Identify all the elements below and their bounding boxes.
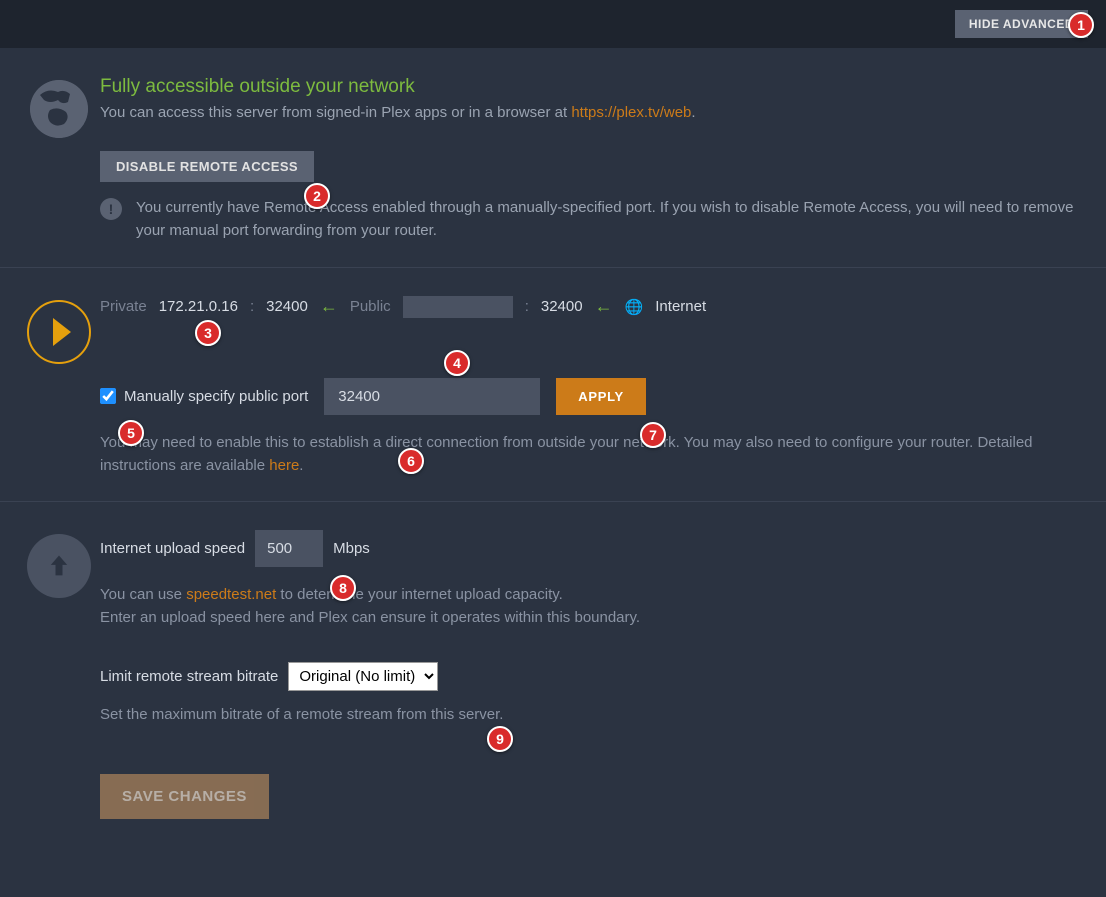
disable-remote-access-button[interactable]: DISABLE REMOTE ACCESS: [100, 151, 314, 182]
apply-button[interactable]: APPLY: [556, 378, 646, 415]
public-port: 32400: [541, 298, 583, 315]
bitrate-row: Limit remote stream bitrate Original (No…: [100, 662, 1088, 691]
upload-icon-container: [18, 530, 100, 819]
warning-icon: !: [100, 198, 122, 220]
annotation-marker-6: 6: [398, 448, 424, 474]
status-desc-text: You can access this server from signed-i…: [100, 104, 571, 121]
internet-label: Internet: [655, 298, 706, 315]
public-port-input[interactable]: [324, 378, 540, 415]
bitrate-label: Limit remote stream bitrate: [100, 668, 278, 685]
upload-help-mid: to determine your internet upload capaci…: [276, 586, 563, 603]
upload-help-line2: Enter an upload speed here and Plex can …: [100, 609, 640, 626]
warning-row: ! You currently have Remote Access enabl…: [100, 196, 1088, 243]
port-help-post: .: [299, 457, 303, 474]
upload-speed-row: Internet upload speed Mbps: [100, 530, 1088, 567]
status-desc-post: .: [691, 104, 695, 121]
plex-icon: [27, 300, 91, 364]
annotation-marker-3: 3: [195, 320, 221, 346]
header-bar: HIDE ADVANCED: [0, 0, 1106, 48]
upload-section: Internet upload speed Mbps You can use s…: [0, 502, 1106, 843]
upload-icon: [27, 534, 91, 598]
internet-globe-icon: 🌐: [625, 298, 644, 316]
upload-speed-label: Internet upload speed: [100, 540, 245, 557]
ip-row: Private 172.21.0.16 : 32400 ← Public : 3…: [100, 296, 1088, 318]
manual-port-checkbox[interactable]: [100, 388, 116, 404]
manual-port-label-text: Manually specify public port: [124, 388, 308, 405]
annotation-marker-5: 5: [118, 420, 144, 446]
manual-port-checkbox-label[interactable]: Manually specify public port: [100, 388, 308, 405]
bitrate-select[interactable]: Original (No limit): [288, 662, 438, 691]
network-section: Private 172.21.0.16 : 32400 ← Public : 3…: [0, 268, 1106, 503]
public-ip-redacted: [403, 296, 513, 318]
annotation-marker-7: 7: [640, 422, 666, 448]
arrow-left-icon: ←: [320, 296, 338, 317]
status-title: Fully accessible outside your network: [100, 76, 1088, 98]
annotation-marker-4: 4: [444, 350, 470, 376]
private-ip: 172.21.0.16: [159, 298, 238, 315]
annotation-marker-9: 9: [487, 726, 513, 752]
port-row: Manually specify public port APPLY: [100, 378, 1088, 415]
warning-text: You currently have Remote Access enabled…: [136, 196, 1088, 243]
save-changes-button[interactable]: SAVE CHANGES: [100, 774, 269, 819]
globe-icon-container: [18, 76, 100, 243]
private-label: Private: [100, 298, 147, 315]
plex-web-link[interactable]: https://plex.tv/web: [571, 104, 691, 121]
port-help-pre: You may need to enable this to establish…: [100, 434, 1033, 474]
annotation-marker-1: 1: [1068, 12, 1094, 38]
upload-help-text: You can use speedtest.net to determine y…: [100, 583, 1088, 630]
upload-help-pre: You can use: [100, 586, 186, 603]
annotation-marker-2: 2: [304, 183, 330, 209]
port-help-text: You may need to enable this to establish…: [100, 431, 1088, 478]
speedtest-link[interactable]: speedtest.net: [186, 586, 276, 603]
globe-icon: [30, 80, 88, 138]
status-section: Fully accessible outside your network Yo…: [0, 48, 1106, 268]
upload-speed-input[interactable]: [255, 530, 323, 567]
private-port: 32400: [266, 298, 308, 315]
annotation-marker-8: 8: [330, 575, 356, 601]
plex-chevron-icon: [53, 318, 71, 346]
port-instructions-link[interactable]: here: [269, 457, 299, 474]
arrow-left-icon-2: ←: [595, 296, 613, 317]
bitrate-help: Set the maximum bitrate of a remote stre…: [100, 703, 1088, 726]
plex-icon-container: [18, 296, 100, 478]
public-label: Public: [350, 298, 391, 315]
status-description: You can access this server from signed-i…: [100, 104, 1088, 121]
upload-unit: Mbps: [333, 540, 370, 557]
